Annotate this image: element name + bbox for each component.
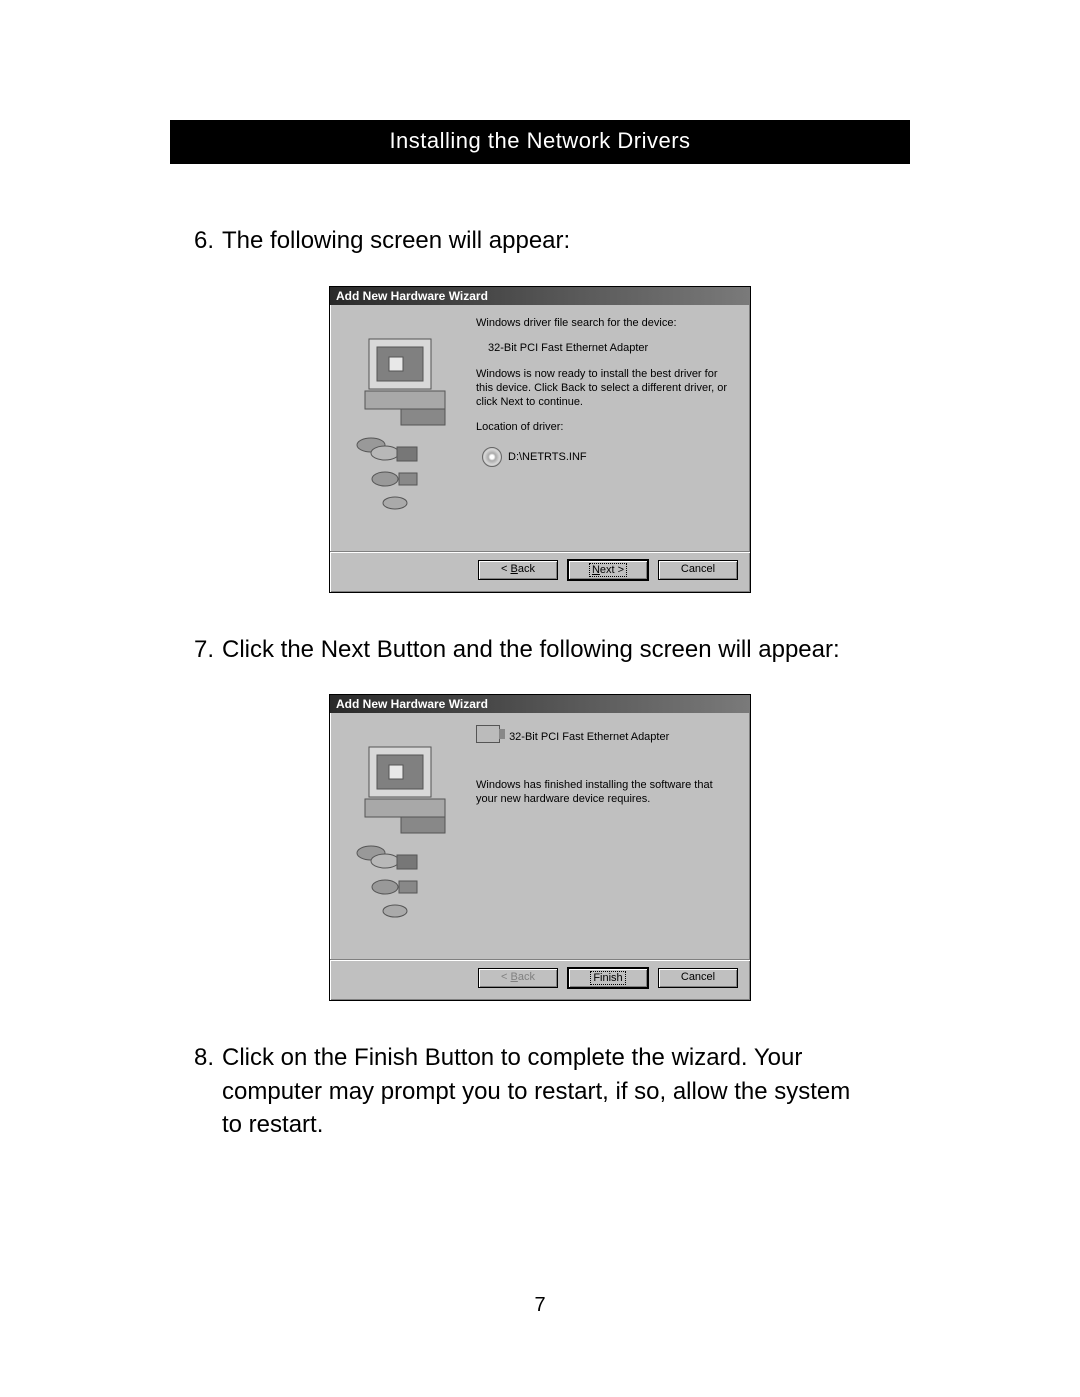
wizard-art-icon — [344, 725, 464, 955]
section-header: Installing the Network Drivers — [170, 120, 910, 164]
wizard2-device: 32-Bit PCI Fast Ethernet Adapter — [509, 731, 669, 743]
wizard1-line1: Windows driver file search for the devic… — [476, 317, 736, 331]
back-button[interactable]: < Back — [478, 560, 558, 580]
wizard-titlebar: Add New Hardware Wizard — [330, 287, 750, 305]
wizard1-device: 32-Bit PCI Fast Ethernet Adapter — [476, 342, 736, 356]
wizard-titlebar: Add New Hardware Wizard — [330, 695, 750, 713]
cd-icon — [482, 447, 502, 467]
step-8-text: Click on the Finish Button to complete t… — [222, 1041, 862, 1142]
wizard1-loc-value: D:\NETRTS.INF — [508, 451, 587, 463]
finish-button[interactable]: Finish — [568, 968, 648, 988]
wizard1-loc-label: Location of driver: — [476, 421, 736, 435]
next-button[interactable]: Next > — [568, 560, 648, 580]
wizard-dialog: Add New Hardware Wizard — [329, 694, 751, 1001]
step-8-number: 8. — [170, 1041, 222, 1142]
step-6-text: The following screen will appear: — [222, 224, 862, 258]
wizard-art-icon — [344, 317, 464, 547]
step-6: 6. The following screen will appear: — [170, 224, 910, 258]
wizard2-line1: Windows has finished installing the soft… — [476, 779, 736, 807]
cancel-button[interactable]: Cancel — [658, 968, 738, 988]
step-7-text: Click the Next Button and the following … — [222, 633, 862, 667]
wizard-dialog: Add New Hardware Wizard — [329, 286, 751, 593]
step-6-number: 6. — [170, 224, 222, 258]
cancel-button[interactable]: Cancel — [658, 560, 738, 580]
step-7: 7. Click the Next Button and the followi… — [170, 633, 910, 667]
wizard1-line2: Windows is now ready to install the best… — [476, 368, 736, 409]
step-7-number: 7. — [170, 633, 222, 667]
nic-icon — [476, 725, 500, 743]
page-number: 7 — [0, 1294, 1080, 1317]
back-button: < Back — [478, 968, 558, 988]
step-8: 8. Click on the Finish Button to complet… — [170, 1041, 910, 1142]
